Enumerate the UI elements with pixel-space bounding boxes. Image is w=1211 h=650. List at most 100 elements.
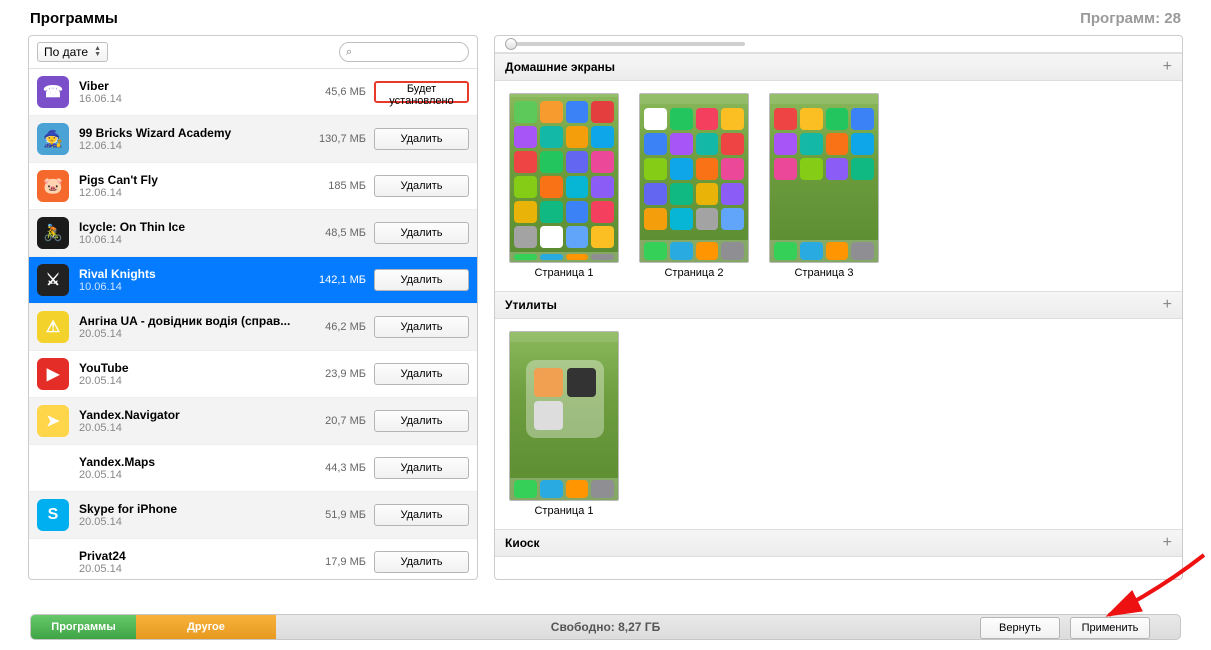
section-utilities: Утилиты + (495, 291, 1182, 319)
app-icon: 🗺 (37, 452, 69, 484)
app-name: Yandex.Navigator (79, 408, 306, 422)
app-icon: 🚴 (37, 217, 69, 249)
app-date: 20.05.14 (79, 422, 306, 434)
app-date: 10.06.14 (79, 234, 306, 246)
device-layout-panel: Домашние экраны + Страница 1Страница 2Ст… (494, 35, 1183, 580)
app-icon: ☎ (37, 76, 69, 108)
app-icon: ➤ (37, 405, 69, 437)
page-label: Страница 1 (534, 267, 593, 279)
util-page[interactable]: Страница 1 (509, 331, 619, 517)
app-row[interactable]: ▶ YouTube20.05.1423,9 МБ Удалить (29, 351, 477, 398)
app-name: Icycle: On Thin Ice (79, 220, 306, 234)
app-name: Skype for iPhone (79, 502, 306, 516)
storage-seg-other: Другое (136, 615, 276, 639)
app-size: 51,9 МБ (306, 509, 366, 521)
app-list-panel: По дате ▲▼ ⌕ ☎ Viber16.06.1445,6 МБ Будет … (28, 35, 478, 580)
remove-button[interactable]: Удалить (374, 363, 469, 385)
add-util-page-button[interactable]: + (1163, 296, 1172, 314)
app-date: 12.06.14 (79, 187, 306, 199)
app-row[interactable]: ⚠ Ангіна UA - довідник водія (справ...20.… (29, 304, 477, 351)
page-label: Страница 3 (794, 267, 853, 279)
app-date: 20.05.14 (79, 328, 306, 340)
dropdown-arrows-icon: ▲▼ (94, 46, 101, 58)
app-size: 46,2 МБ (306, 321, 366, 333)
remove-button[interactable]: Удалить (374, 222, 469, 244)
app-name: Ангіна UA - довідник водія (справ... (79, 314, 306, 328)
app-date: 20.05.14 (79, 563, 306, 575)
app-name: YouTube (79, 361, 306, 375)
remove-button[interactable]: Удалить (374, 551, 469, 573)
add-kiosk-button[interactable]: + (1163, 534, 1172, 552)
app-icon: ⚠ (37, 311, 69, 343)
app-name: Rival Knights (79, 267, 306, 281)
home-page[interactable]: Страница 3 (769, 93, 879, 279)
app-date: 20.05.14 (79, 375, 306, 387)
zoom-slider[interactable] (505, 42, 745, 46)
section-kiosk: Киоск + (495, 529, 1182, 557)
remove-button[interactable]: Удалить (374, 128, 469, 150)
section-title: Киоск (505, 536, 540, 550)
section-title: Домашние экраны (505, 60, 615, 74)
app-date: 16.06.14 (79, 93, 306, 105)
sort-dropdown[interactable]: По дате ▲▼ (37, 42, 108, 62)
app-size: 23,9 МБ (306, 368, 366, 380)
app-row[interactable]: ⚔ Rival Knights10.06.14142,1 МБ Удалить (29, 257, 477, 304)
storage-bar: Программы Другое Свободно: 8,27 ГБ Верну… (30, 614, 1181, 640)
app-row[interactable]: ➤ Yandex.Navigator20.05.1420,7 МБ Удалить (29, 398, 477, 445)
slider-knob[interactable] (505, 38, 517, 50)
remove-button[interactable]: Удалить (374, 269, 469, 291)
app-list[interactable]: ☎ Viber16.06.1445,6 МБ Будет установлено 🧙 9… (29, 69, 477, 579)
app-size: 185 МБ (306, 180, 366, 192)
sort-label: По дате (44, 45, 88, 59)
app-icon: 🧙 (37, 123, 69, 155)
remove-button[interactable]: Удалить (374, 316, 469, 338)
storage-seg-apps: Программы (31, 615, 136, 639)
app-row[interactable]: 🚴 Icycle: On Thin Ice10.06.1448,5 МБ Удали… (29, 210, 477, 257)
app-icon: 24 (37, 546, 69, 578)
remove-button[interactable]: Удалить (374, 457, 469, 479)
app-row[interactable]: ☎ Viber16.06.1445,6 МБ Будет установлено (29, 69, 477, 116)
app-date: 20.05.14 (79, 469, 306, 481)
app-name: 99 Bricks Wizard Academy (79, 126, 306, 140)
app-size: 44,3 МБ (306, 462, 366, 474)
app-size: 142,1 МБ (306, 274, 366, 286)
app-name: Pigs Can't Fly (79, 173, 306, 187)
app-row[interactable]: 🐷 Pigs Can't Fly12.06.14185 МБ Удалить (29, 163, 477, 210)
app-icon: ⚔ (37, 264, 69, 296)
app-date: 10.06.14 (79, 281, 306, 293)
revert-button[interactable]: Вернуть (980, 617, 1060, 639)
app-date: 12.06.14 (79, 140, 306, 152)
section-home-screens: Домашние экраны + (495, 53, 1182, 81)
add-page-button[interactable]: + (1163, 58, 1172, 76)
app-row[interactable]: 🧙 99 Bricks Wizard Academy12.06.14130,7 М… (29, 116, 477, 163)
app-name: Privat24 (79, 549, 306, 563)
remove-button[interactable]: Удалить (374, 504, 469, 526)
app-size: 45,6 МБ (306, 86, 366, 98)
app-size: 48,5 МБ (306, 227, 366, 239)
section-title: Утилиты (505, 298, 557, 312)
app-row[interactable]: 24 Privat2420.05.1417,9 МБ Удалить (29, 539, 477, 579)
app-size: 130,7 МБ (306, 133, 366, 145)
app-row[interactable]: S Skype for iPhone20.05.1451,9 МБ Удалить (29, 492, 477, 539)
home-page[interactable]: Страница 2 (639, 93, 749, 279)
app-name: Viber (79, 79, 306, 93)
app-size: 17,9 МБ (306, 556, 366, 568)
storage-free-label: Свободно: 8,27 ГБ (551, 620, 660, 634)
remove-button[interactable]: Удалить (374, 175, 469, 197)
home-page[interactable]: Страница 1 (509, 93, 619, 279)
apply-button[interactable]: Применить (1070, 617, 1150, 639)
app-icon: S (37, 499, 69, 531)
util-pages: Страница 1 (495, 319, 1182, 529)
remove-button[interactable]: Удалить (374, 410, 469, 432)
app-icon: 🐷 (37, 170, 69, 202)
app-icon: ▶ (37, 358, 69, 390)
home-pages: Страница 1 Страница 2 Страница 3 (495, 81, 1182, 291)
search-input[interactable]: ⌕ (339, 42, 469, 62)
app-date: 20.05.14 (79, 516, 306, 528)
app-size: 20,7 МБ (306, 415, 366, 427)
page-label: Страница 1 (534, 505, 593, 517)
app-row[interactable]: 🗺 Yandex.Maps20.05.1444,3 МБ Удалить (29, 445, 477, 492)
app-name: Yandex.Maps (79, 455, 306, 469)
page-label: Страница 2 (664, 267, 723, 279)
install-button[interactable]: Будет установлено (374, 81, 469, 103)
